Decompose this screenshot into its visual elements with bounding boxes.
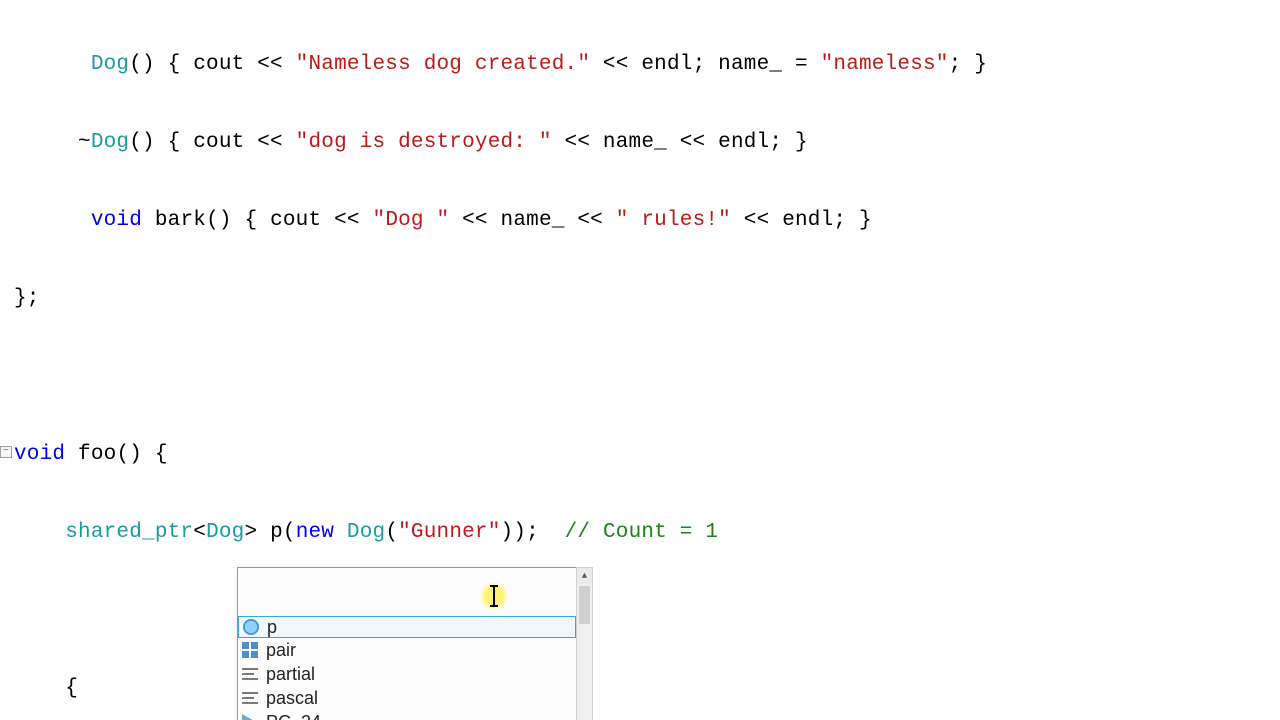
code-line[interactable]: shared_ptr<Dog> p(new Dog("Gunner")); //…: [14, 520, 1280, 546]
autocomplete-item[interactable]: pascal: [238, 686, 576, 710]
scroll-thumb[interactable]: [579, 586, 590, 624]
struct-icon: [242, 642, 258, 658]
autocomplete-item[interactable]: PC_24: [238, 710, 576, 720]
autocomplete-item-label: pair: [266, 638, 296, 662]
code-line[interactable]: void bark() { cout << "Dog " << name_ <<…: [14, 208, 1280, 234]
macro-icon: [242, 714, 256, 720]
code-line[interactable]: {: [14, 676, 1280, 702]
autocomplete-popup[interactable]: ▲ ▼ ppairpartialpascalPC_24PC_53: [237, 567, 577, 720]
autocomplete-item[interactable]: partial: [238, 662, 576, 686]
code-line[interactable]: Dog() { cout << "Nameless dog created." …: [14, 52, 1280, 78]
code-line[interactable]: [14, 364, 1280, 390]
code-line[interactable]: −void foo() {: [14, 442, 1280, 468]
code-line[interactable]: [14, 598, 1280, 624]
autocomplete-item-label: p: [267, 615, 277, 639]
code-editor[interactable]: Dog() { cout << "Nameless dog created." …: [0, 0, 1280, 720]
snippet-icon: [242, 690, 258, 706]
code-line[interactable]: };: [14, 286, 1280, 312]
code-line[interactable]: ~Dog() { cout << "dog is destroyed: " <<…: [14, 130, 1280, 156]
scroll-up-button[interactable]: ▲: [577, 568, 592, 584]
autocomplete-scrollbar[interactable]: ▲ ▼: [576, 567, 593, 720]
autocomplete-item-label: partial: [266, 662, 315, 686]
autocomplete-item[interactable]: p: [238, 616, 576, 638]
autocomplete-item[interactable]: pair: [238, 638, 576, 662]
snippet-icon: [242, 666, 258, 682]
autocomplete-item-label: pascal: [266, 686, 318, 710]
fold-toggle[interactable]: −: [0, 446, 12, 458]
autocomplete-item-label: PC_24: [266, 710, 321, 720]
variable-icon: [243, 619, 259, 635]
